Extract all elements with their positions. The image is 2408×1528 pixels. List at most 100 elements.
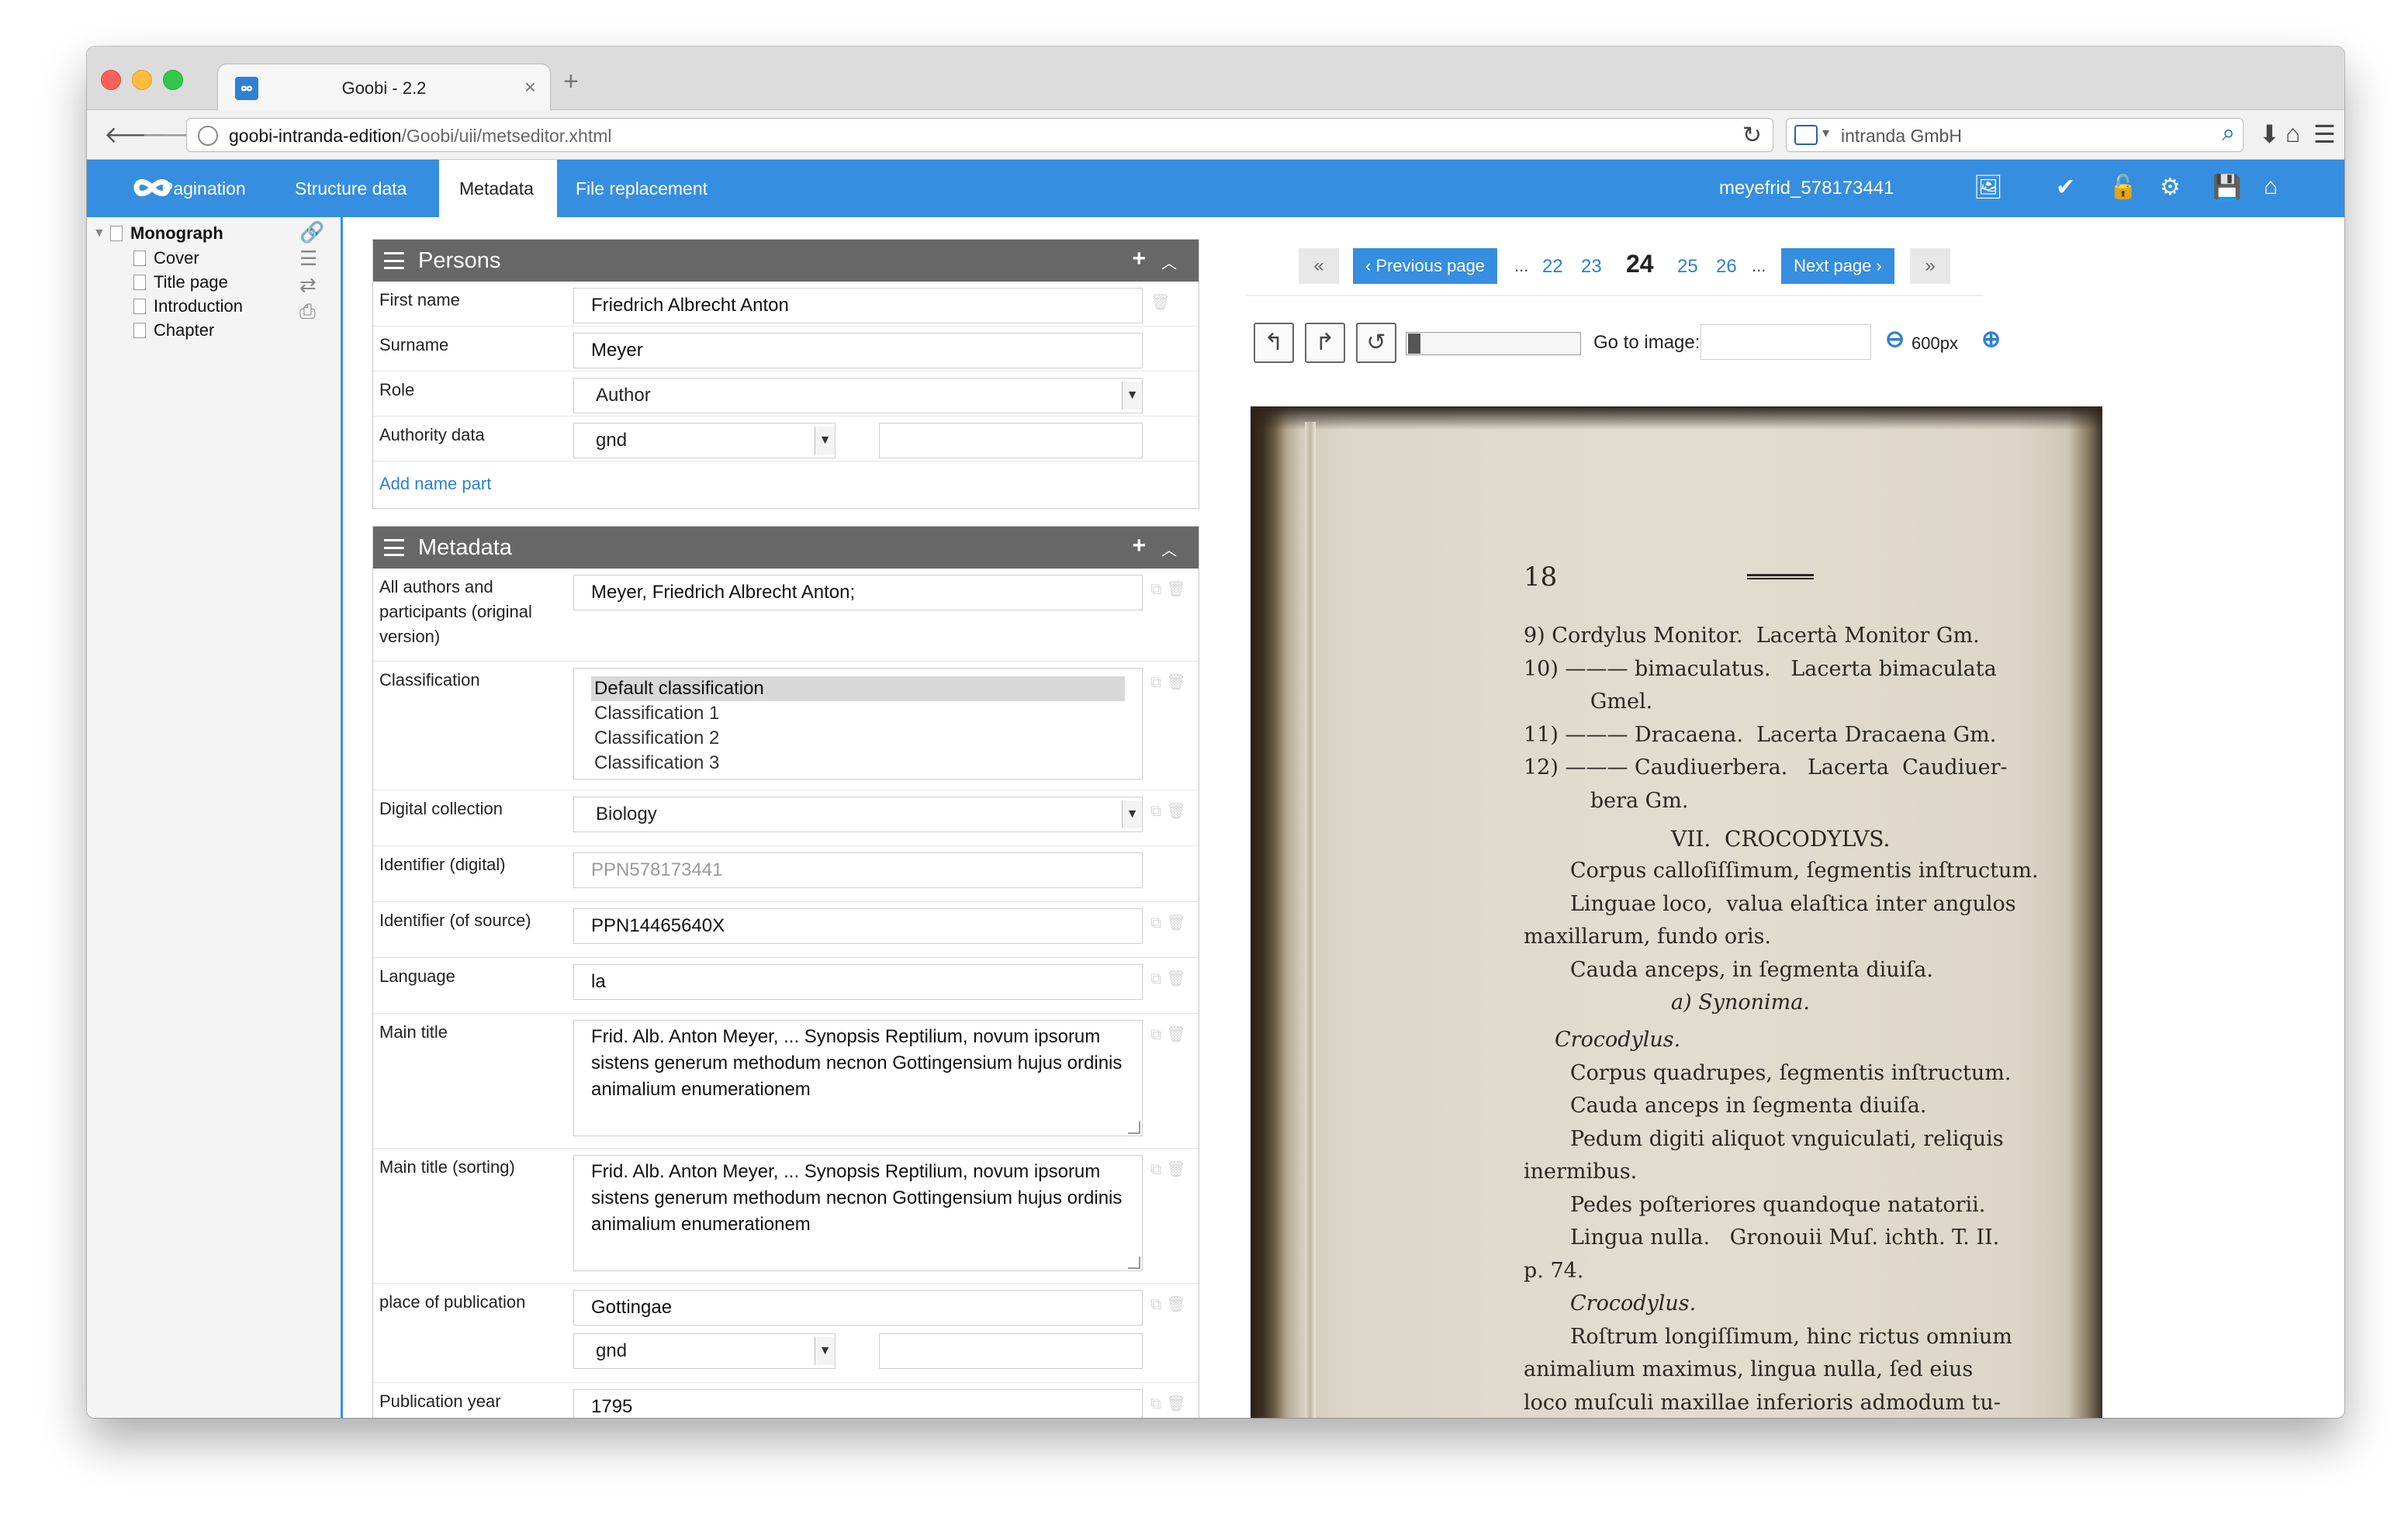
close-window-button[interactable]	[101, 70, 121, 90]
main-title-sort-textarea[interactable]: Frid. Alb. Anton Meyer, ... Synopsis Rep…	[573, 1155, 1143, 1271]
place-input[interactable]: Gottingae	[573, 1290, 1143, 1326]
authors-input[interactable]: Meyer, Friedrich Albrecht Anton;	[573, 575, 1143, 610]
tab-pagination[interactable]: Pagination	[141, 160, 266, 217]
last-page-button[interactable]: »	[1910, 248, 1950, 284]
place-authority-input[interactable]	[879, 1333, 1143, 1369]
add-person-icon[interactable]: +	[1132, 246, 1146, 272]
page-link[interactable]: 22	[1542, 256, 1563, 278]
home-icon[interactable]: ⌂	[2264, 174, 2278, 200]
menu-icon[interactable]	[384, 539, 404, 556]
goto-image-input[interactable]	[1700, 324, 1871, 360]
place-authority-value: gnd	[596, 1340, 628, 1361]
tree-node-chapter[interactable]: Chapter	[133, 320, 214, 341]
search-icon[interactable]: ⌕	[2222, 120, 2235, 147]
language-input[interactable]: la	[573, 964, 1143, 1000]
search-engine-icon[interactable]	[1794, 125, 1818, 145]
classification-option[interactable]: Classification 3	[591, 751, 1125, 776]
copy-delete-icon[interactable]: ⧉🗑	[1150, 1025, 1191, 1044]
reload-icon[interactable]: ↻	[1742, 122, 1762, 149]
copy-delete-icon[interactable]: ⧉🗑	[1150, 1394, 1191, 1413]
resize-grip-icon[interactable]	[1128, 1257, 1140, 1269]
authority-select[interactable]: gnd ▼	[573, 423, 836, 458]
year-row: Publication year 1795 ⧉🗑	[373, 1383, 1199, 1418]
copy-delete-icon[interactable]: ⧉🗑	[1150, 672, 1191, 692]
surname-input[interactable]: Meyer	[573, 333, 1143, 368]
tab-metadata[interactable]: Metadata	[439, 160, 557, 217]
place-authority-select[interactable]: gnd ▼	[573, 1333, 836, 1369]
first-name-input[interactable]: Friedrich Albrecht Anton	[573, 288, 1143, 323]
collection-select[interactable]: Biology ▼	[573, 797, 1143, 832]
copy-delete-icon[interactable]: ⧉🗑	[1150, 969, 1191, 988]
address-bar[interactable]: goobi-intranda-edition/Goobi/uii/metsedi…	[186, 118, 1773, 152]
search-engine-dropdown-icon[interactable]: ▾	[1822, 125, 1829, 141]
rotate-left-icon[interactable]: ↰	[1254, 323, 1294, 363]
classification-listbox[interactable]: Default classification Classification 1 …	[573, 668, 1143, 780]
copy-delete-icon[interactable]: ⧉🗑	[1150, 913, 1191, 932]
add-name-part-link[interactable]: Add name part	[379, 474, 491, 494]
main-title-sort-text: Frid. Alb. Anton Meyer, ... Synopsis Rep…	[591, 1161, 1123, 1235]
menu-icon[interactable]	[384, 252, 404, 269]
previous-page-button[interactable]: ‹ Previous page	[1353, 248, 1497, 284]
classification-option[interactable]: Classification 1	[591, 701, 1125, 726]
tree-node-introduction[interactable]: Introduction	[133, 296, 243, 316]
year-input[interactable]: 1795	[573, 1389, 1143, 1418]
swap-icon[interactable]: ⇄	[299, 273, 317, 297]
menu-icon[interactable]: ☰	[2313, 119, 2336, 149]
tree-toggle-icon[interactable]: ▼	[93, 226, 106, 240]
copy-delete-icon[interactable]: ⧉🗑	[1150, 1160, 1191, 1179]
search-bar[interactable]: ▾ intranda GmbH ⌕	[1786, 118, 2244, 152]
save-icon[interactable]: 💾	[2213, 174, 2241, 201]
collapse-icon[interactable]: ︿	[1161, 538, 1177, 560]
first-page-button[interactable]: «	[1299, 248, 1339, 284]
classification-option[interactable]: Default classification	[591, 676, 1125, 701]
zoom-slider-handle[interactable]	[1408, 334, 1420, 354]
browser-tab[interactable]: Goobi - 2.2 ×	[217, 64, 551, 112]
rotate-right-icon[interactable]: ↱	[1305, 323, 1345, 363]
link-icon[interactable]: 🔗	[299, 220, 324, 244]
tab-structure-data[interactable]: Structure data	[275, 160, 427, 217]
list-icon[interactable]: ☰	[299, 247, 317, 271]
tree-node-root[interactable]: Monograph	[110, 223, 223, 244]
browser-tab-strip: Goobi - 2.2 × +	[87, 47, 2344, 112]
delete-icon[interactable]: 🗑	[1150, 292, 1175, 312]
reset-icon[interactable]: ↺	[1356, 323, 1396, 363]
page-link[interactable]: 25	[1677, 256, 1698, 278]
scanned-page-image[interactable]: 18 9) Cordylus Monitor. Lacertà Monitor …	[1251, 406, 2102, 1418]
url-text[interactable]: goobi-intranda-edition/Goobi/uii/metsedi…	[229, 126, 612, 147]
role-select[interactable]: Author ▼	[573, 378, 1143, 413]
copy-delete-icon[interactable]: ⧉🗑	[1150, 579, 1191, 599]
resize-grip-icon[interactable]	[1128, 1122, 1140, 1134]
authority-value-input[interactable]	[879, 423, 1143, 458]
page-link[interactable]: 26	[1716, 256, 1737, 278]
collection-value: Biology	[596, 804, 657, 824]
main-title-textarea[interactable]: Frid. Alb. Anton Meyer, ... Synopsis Rep…	[573, 1020, 1143, 1136]
classification-option[interactable]: Classification 2	[591, 726, 1125, 751]
check-icon[interactable]: ✔	[2056, 174, 2075, 201]
gear-icon[interactable]: ⚙	[2160, 174, 2181, 201]
next-page-button[interactable]: Next page ›	[1781, 248, 1894, 284]
close-tab-icon[interactable]: ×	[524, 75, 536, 99]
document-icon	[133, 275, 146, 290]
download-icon[interactable]: ⬇	[2259, 119, 2280, 149]
zoom-out-icon[interactable]: ⊖	[1885, 326, 1905, 353]
scan-text-line: Corpus calloſiſſimum, ſegmentis inſtruct…	[1570, 859, 2039, 883]
minimize-window-button[interactable]	[132, 70, 152, 90]
collapse-icon[interactable]: ︿	[1161, 251, 1177, 273]
zoom-slider[interactable]	[1406, 332, 1581, 355]
id-source-input[interactable]: PPN14465640X	[573, 908, 1143, 944]
search-input[interactable]: intranda GmbH	[1841, 126, 1962, 147]
copy-delete-icon[interactable]: ⧉🗑	[1150, 1295, 1191, 1314]
tab-file-replacement[interactable]: File replacement	[555, 160, 728, 217]
home-icon[interactable]: ⌂	[2285, 119, 2300, 148]
new-tab-button[interactable]: +	[563, 67, 579, 97]
add-metadata-icon[interactable]: +	[1132, 533, 1146, 559]
tree-node-title-page[interactable]: Title page	[133, 272, 228, 292]
tree-node-cover[interactable]: Cover	[133, 248, 199, 268]
unlock-icon[interactable]: 🔓	[2109, 174, 2137, 201]
maximize-window-button[interactable]	[163, 70, 183, 90]
copy-delete-icon[interactable]: ⧉🗑	[1150, 801, 1191, 821]
image-icon[interactable]: 🖼	[1974, 174, 2003, 201]
zoom-in-icon[interactable]: ⊕	[1981, 326, 2001, 353]
page-link[interactable]: 23	[1581, 256, 1602, 278]
print-icon[interactable]: ⎙	[299, 299, 316, 324]
